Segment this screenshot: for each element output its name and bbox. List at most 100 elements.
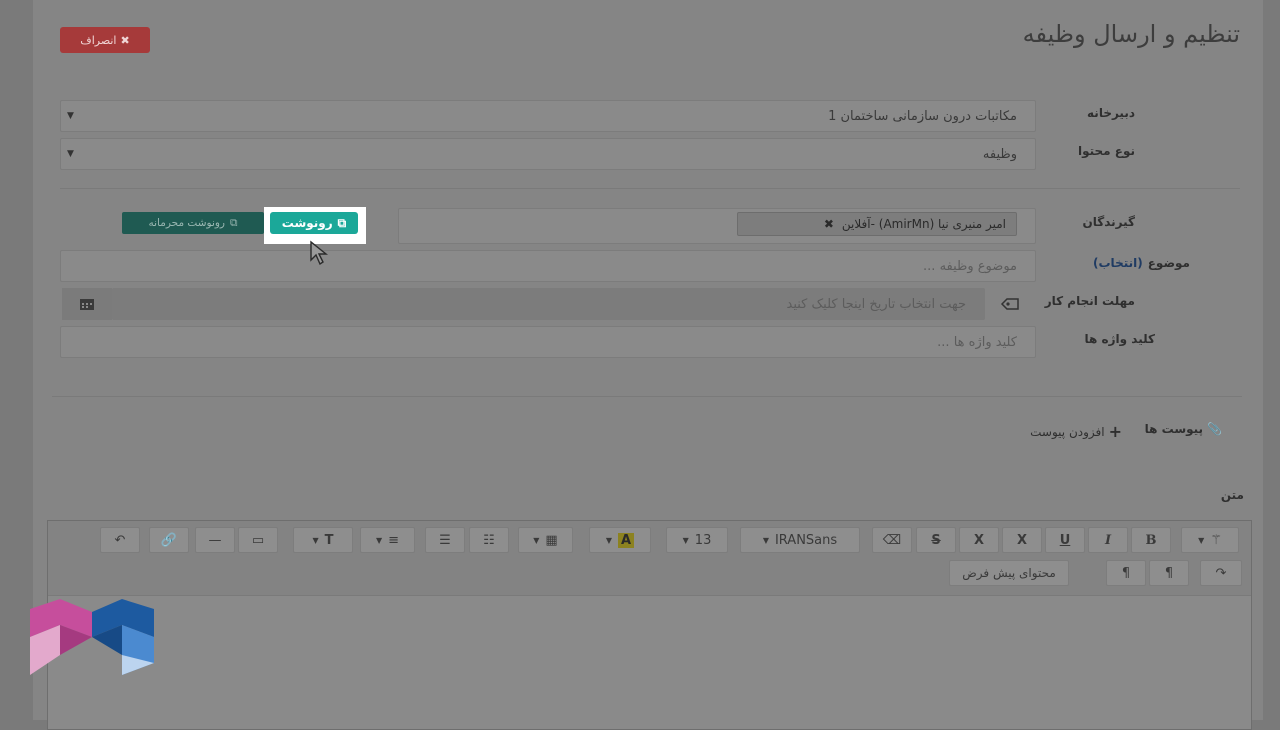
- content-type-value: وظیفه: [982, 146, 1017, 162]
- attachments-label: پیوست ها: [1144, 422, 1204, 436]
- deadline-input[interactable]: جهت انتخاب تاریخ اینجا کلیک کنید: [112, 288, 985, 320]
- text-size-glyph: T: [324, 532, 334, 548]
- secretariat-select[interactable]: مکاتبات درون سازمانی ساختمان 1: [60, 100, 1036, 132]
- ltr-icon: ¶: [1164, 565, 1174, 581]
- align-dropdown[interactable]: ▼ ≡: [360, 527, 415, 553]
- redo-button[interactable]: ↷: [1200, 560, 1242, 586]
- editor-toolbar: ↶ 🔗 — ▭ ▼ T ▼ ≡ ☰ ☷ ▼ ▦ ▼ A ▼ 13 ▼ IRANS…: [48, 521, 1251, 596]
- italic-glyph: I: [1104, 532, 1112, 548]
- unordered-list-icon: ☷: [483, 532, 495, 548]
- secret-copy-label: رونوشت محرمانه: [148, 217, 226, 229]
- unordered-list-button[interactable]: ☷: [469, 527, 509, 553]
- minus-icon: —: [208, 532, 222, 548]
- subscript-button[interactable]: X: [959, 527, 999, 553]
- subject-input[interactable]: موضوع وظیفه ...: [60, 250, 1036, 282]
- add-attachment-button[interactable]: + افزودن پیوست: [1030, 422, 1122, 441]
- mouse-cursor-icon: [309, 240, 331, 270]
- subscript-glyph: X: [973, 532, 985, 548]
- superscript-glyph: X: [1016, 532, 1028, 548]
- calendar-icon: [80, 299, 94, 310]
- chevron-down-icon: ▼: [312, 535, 319, 545]
- cancel-label: انصراف: [80, 33, 117, 47]
- text-label: متن: [1220, 488, 1244, 502]
- remove-tag-icon[interactable]: ✖: [824, 217, 834, 231]
- default-content-label: محتوای پیش فرض: [962, 566, 1056, 580]
- strike-glyph: S: [931, 532, 941, 548]
- clear-format-button[interactable]: ⌫: [872, 527, 912, 553]
- calendar-button[interactable]: [62, 288, 112, 320]
- underline-button[interactable]: U: [1045, 527, 1085, 553]
- subject-pick-link[interactable]: (انتخاب): [1093, 256, 1143, 270]
- keywords-label: کلید واژه ها: [1084, 332, 1155, 346]
- font-color-dropdown[interactable]: ▼ A: [589, 527, 651, 553]
- recipient-tag: امیر منیری نیا (AmirMn) -آفلاین ✖: [737, 212, 1017, 236]
- font-size-value: 13: [694, 532, 712, 548]
- default-content-button[interactable]: محتوای پیش فرض: [949, 560, 1069, 586]
- divider: [60, 188, 1240, 189]
- recipients-label: گیرندگان: [1082, 215, 1135, 229]
- magic-dropdown[interactable]: ▼ ⚚: [1181, 527, 1239, 553]
- rich-text-editor: ↶ 🔗 — ▭ ▼ T ▼ ≡ ☰ ☷ ▼ ▦ ▼ A ▼ 13 ▼ IRANS…: [47, 520, 1252, 730]
- table-icon: ▦: [545, 532, 558, 548]
- link-button[interactable]: 🔗: [149, 527, 189, 553]
- copy-label: رونوشت: [281, 216, 333, 230]
- chevron-down-icon: ▼: [1198, 535, 1205, 545]
- content-type-select[interactable]: وظیفه: [60, 138, 1036, 170]
- rtl-icon: ¶: [1121, 565, 1131, 581]
- attachments-label-group: 📎 پیوست ها: [1145, 422, 1222, 436]
- underline-glyph: U: [1059, 532, 1071, 548]
- eraser-icon: [1000, 298, 1019, 310]
- ordered-list-button[interactable]: ☰: [425, 527, 465, 553]
- undo-button[interactable]: ↶: [100, 527, 140, 553]
- subject-label: موضوع: [1147, 256, 1190, 270]
- link-icon: 🔗: [160, 532, 178, 548]
- cancel-button[interactable]: ✖ انصراف: [60, 27, 150, 53]
- text-size-dropdown[interactable]: ▼ T: [293, 527, 353, 553]
- magic-wand-icon: ⚚: [1210, 532, 1222, 548]
- divider: [52, 396, 1242, 397]
- ordered-list-icon: ☰: [439, 532, 451, 548]
- keywords-input[interactable]: کلید واژه ها ...: [60, 326, 1036, 358]
- deadline-label: مهلت انجام کار: [1044, 294, 1135, 308]
- chevron-down-icon: ▼: [67, 149, 74, 159]
- close-icon: ✖: [120, 33, 130, 47]
- copy-icon: ⧉: [337, 215, 347, 230]
- horizontal-rule-button[interactable]: —: [195, 527, 235, 553]
- keywords-placeholder: کلید واژه ها ...: [937, 334, 1017, 350]
- chevron-down-icon: ▼: [67, 111, 74, 121]
- brand-logo: [30, 597, 155, 681]
- chevron-down-icon: ▼: [682, 535, 689, 545]
- page-title: تنظیم و ارسال وظیفه: [1022, 20, 1240, 48]
- deadline-placeholder: جهت انتخاب تاریخ اینجا کلیک کنید: [786, 296, 966, 312]
- copy-icon: ⧉: [230, 216, 238, 229]
- ltr-button[interactable]: ¶: [1149, 560, 1189, 586]
- font-family-dropdown[interactable]: ▼ IRANSans: [740, 527, 860, 553]
- eraser-icon: ⌫: [882, 532, 902, 548]
- italic-button[interactable]: I: [1088, 527, 1128, 553]
- chevron-down-icon: ▼: [375, 535, 383, 545]
- redo-icon: ↷: [1215, 565, 1227, 581]
- undo-icon: ↶: [114, 532, 126, 548]
- rtl-button[interactable]: ¶: [1106, 560, 1146, 586]
- copy-button[interactable]: ⧉ رونوشت: [270, 212, 358, 234]
- align-icon: ≡: [388, 532, 400, 548]
- plus-icon: +: [1108, 422, 1122, 441]
- font-size-dropdown[interactable]: ▼ 13: [666, 527, 728, 553]
- subject-label-group: موضوع (انتخاب): [1093, 256, 1190, 270]
- image-icon: ▭: [251, 532, 265, 548]
- strikethrough-button[interactable]: S: [916, 527, 956, 553]
- content-type-label: نوع محتوا: [1077, 144, 1135, 158]
- table-dropdown[interactable]: ▼ ▦: [518, 527, 573, 553]
- bold-button[interactable]: B: [1131, 527, 1171, 553]
- secretariat-value: مکاتبات درون سازمانی ساختمان 1: [828, 108, 1017, 124]
- secret-copy-button[interactable]: ⧉ رونوشت محرمانه: [122, 212, 264, 234]
- image-button[interactable]: ▭: [238, 527, 278, 553]
- superscript-button[interactable]: X: [1002, 527, 1042, 553]
- font-family-value: IRANSans: [774, 532, 838, 548]
- clear-date-button[interactable]: [985, 288, 1035, 320]
- bold-glyph: B: [1145, 532, 1157, 548]
- add-attachment-label: افزودن پیوست: [1030, 424, 1105, 439]
- chevron-down-icon: ▼: [762, 535, 769, 545]
- chevron-down-icon: ▼: [533, 535, 540, 545]
- paperclip-icon: 📎: [1207, 422, 1222, 436]
